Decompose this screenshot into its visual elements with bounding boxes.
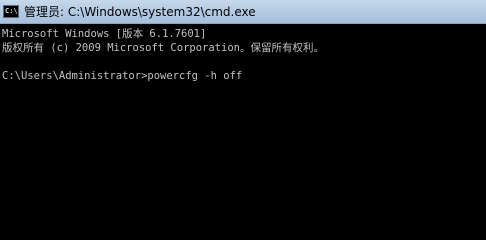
window-title: 管理员: C:\Windows\system32\cmd.exe: [24, 5, 256, 19]
console-output[interactable]: Microsoft Windows [版本 6.1.7601] 版权所有 (c)…: [0, 24, 486, 240]
console-line-command: C:\Users\Administrator>powercfg -h off: [2, 70, 243, 82]
cmd-window: C:\ 管理员: C:\Windows\system32\cmd.exe Mic…: [0, 0, 486, 240]
cmd-icon[interactable]: C:\: [3, 5, 19, 18]
title-bar[interactable]: C:\ 管理员: C:\Windows\system32\cmd.exe: [0, 0, 486, 24]
console-line-copyright: 版权所有 (c) 2009 Microsoft Corporation。保留所有…: [2, 42, 324, 54]
console-line-version: Microsoft Windows [版本 6.1.7601]: [2, 28, 207, 40]
